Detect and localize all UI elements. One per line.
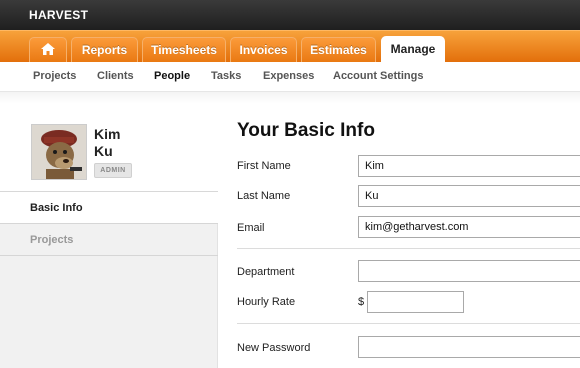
sidebar: Kim Ku ADMIN Basic Info Projects	[0, 118, 218, 368]
tab-invoices[interactable]: Invoices	[230, 37, 297, 64]
subnav-shadow	[0, 92, 580, 104]
profile-card: Kim Ku ADMIN	[0, 118, 218, 192]
tab-estimates[interactable]: Estimates	[301, 37, 376, 64]
sub-nav: Projects Clients People Tasks Expenses A…	[0, 62, 580, 92]
last-name-label: Last Name	[237, 190, 291, 202]
new-password-label: New Password	[237, 342, 311, 354]
form-divider-2	[237, 323, 580, 324]
avatar[interactable]	[31, 124, 87, 180]
subnav-projects[interactable]: Projects	[33, 70, 76, 82]
home-icon	[40, 40, 56, 55]
subnav-expenses[interactable]: Expenses	[263, 70, 314, 82]
department-field[interactable]	[358, 260, 580, 282]
page-title: Your Basic Info	[237, 120, 375, 141]
profile-first-name: Kim	[94, 126, 121, 142]
subnav-tasks[interactable]: Tasks	[211, 70, 241, 82]
hourly-rate-field[interactable]	[367, 291, 464, 313]
main-nav: Reports Timesheets Invoices Estimates Ma…	[0, 30, 580, 64]
hourly-rate-label: Hourly Rate	[237, 296, 296, 308]
profile-name: Kim Ku	[94, 126, 120, 160]
tab-manage[interactable]: Manage	[381, 36, 445, 64]
tab-home[interactable]	[29, 37, 67, 64]
sidebar-item-basic-info[interactable]: Basic Info	[0, 192, 218, 224]
brand-logo[interactable]: HARVEST	[29, 8, 88, 22]
email-field[interactable]: kim@getharvest.com	[358, 216, 580, 238]
subnav-account-settings[interactable]: Account Settings	[333, 70, 423, 82]
first-name-field[interactable]: Kim	[358, 155, 580, 177]
sidebar-item-projects[interactable]: Projects	[0, 224, 218, 256]
subnav-clients[interactable]: Clients	[97, 70, 134, 82]
email-label: Email	[237, 222, 265, 234]
first-name-label: First Name	[237, 160, 291, 172]
subnav-people[interactable]: People	[154, 70, 190, 82]
top-bar: HARVEST	[0, 0, 580, 30]
tab-reports[interactable]: Reports	[71, 37, 138, 64]
currency-symbol: $	[358, 296, 365, 308]
last-name-field[interactable]: Ku	[358, 185, 580, 207]
new-password-field[interactable]	[358, 336, 580, 358]
tab-timesheets[interactable]: Timesheets	[142, 37, 226, 64]
profile-last-name: Ku	[94, 143, 113, 159]
department-label: Department	[237, 266, 295, 278]
form-divider	[237, 248, 580, 249]
role-badge: ADMIN	[94, 163, 132, 178]
